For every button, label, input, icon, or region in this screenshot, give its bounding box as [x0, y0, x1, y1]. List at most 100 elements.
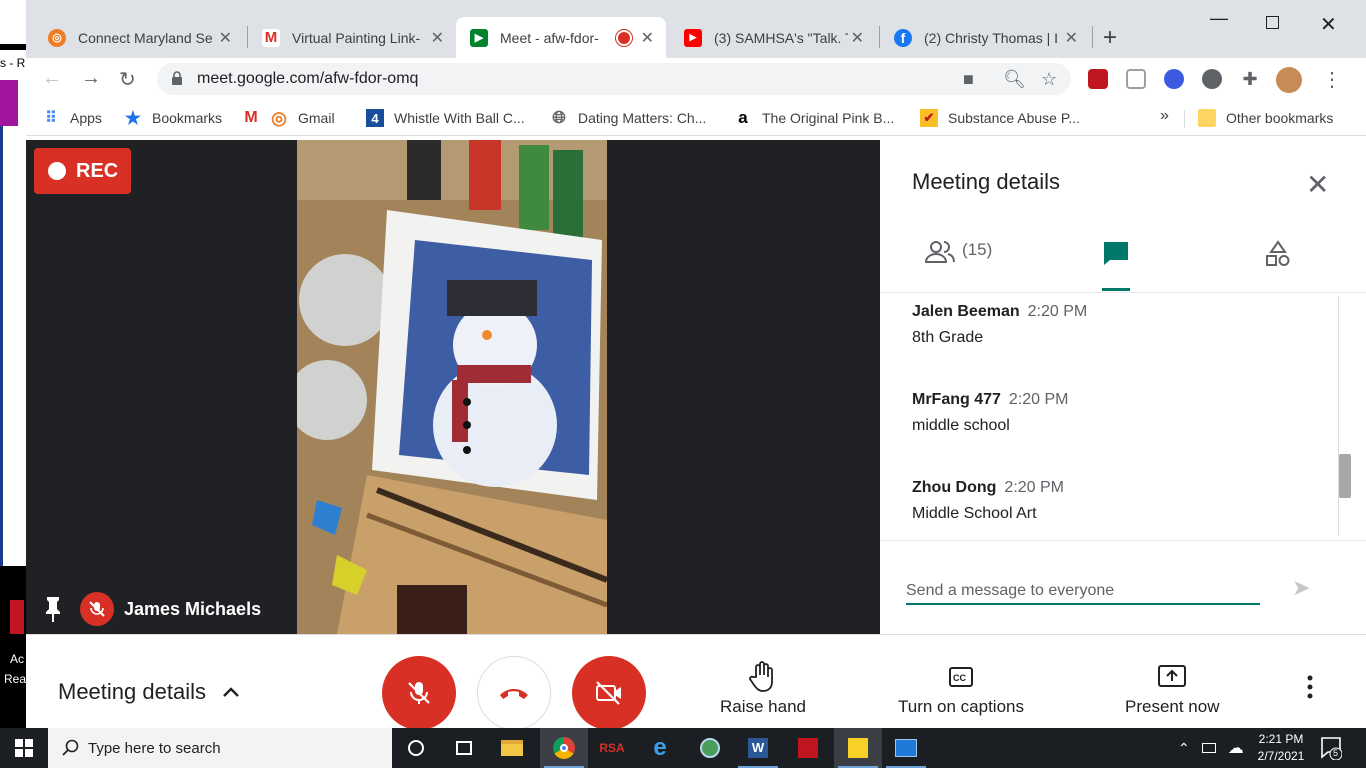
video-stage: REC James Michaels	[26, 140, 880, 634]
tab-virtual-painting[interactable]: M Virtual Painting Link- ✕	[248, 17, 456, 58]
close-panel-button[interactable]: ✕	[1306, 168, 1329, 201]
search-icon	[62, 739, 79, 756]
tab-activities[interactable]	[1264, 240, 1292, 290]
meeting-details-label: Meeting details	[58, 679, 206, 704]
sticky-notes-icon[interactable]	[834, 728, 882, 768]
zoom-icon[interactable]: 🔍︎	[1003, 69, 1026, 90]
message-time: 2:20 PM	[1008, 391, 1069, 408]
cast-extension-icon[interactable]	[1126, 69, 1146, 89]
facebook-icon: f	[894, 28, 912, 47]
chat-scrollbar-track[interactable]	[1338, 296, 1352, 536]
bookmark-other[interactable]: Other bookmarks	[1198, 109, 1333, 127]
chat-message-input[interactable]	[906, 579, 1260, 605]
active-tab-underline	[1102, 288, 1130, 291]
close-window-button[interactable]: ✕	[1320, 12, 1337, 37]
close-tab-icon[interactable]: ✕	[1065, 28, 1078, 48]
tab-chat[interactable]	[1102, 240, 1130, 291]
raise-hand-button[interactable]: Raise hand	[720, 657, 806, 717]
windows-logo-icon	[15, 739, 33, 757]
forward-button[interactable]: →	[81, 67, 101, 90]
bookmark-bookmarks[interactable]: ★ Bookmarks	[124, 108, 223, 128]
connect-icon: ◎	[271, 107, 287, 128]
cortana-icon[interactable]	[392, 728, 440, 768]
rsa-icon[interactable]: RSA	[588, 728, 636, 768]
notifications-button[interactable]: 5	[1320, 736, 1343, 765]
extensions-puzzle-icon[interactable]: ✚	[1240, 69, 1260, 89]
tab-people[interactable]: (15)	[924, 240, 992, 290]
taskbar-clock[interactable]: 2:21 PM 2/7/2021	[1256, 731, 1306, 765]
profile-avatar[interactable]	[1276, 67, 1302, 93]
tab-meet[interactable]: ▶ Meet - afw-fdor- ✕	[456, 17, 666, 58]
bookmark-pink[interactable]: a The Original Pink B...	[734, 108, 894, 127]
lock-icon	[172, 71, 182, 85]
notification-icon	[1321, 737, 1343, 761]
task-view-icon[interactable]	[440, 728, 488, 768]
bookmark-label: Other bookmarks	[1226, 110, 1334, 126]
overflow-chevron-icon: »	[1160, 107, 1169, 124]
address-bar[interactable]: meet.google.com/afw-fdor-omq ■ 🔍︎ ☆	[157, 63, 1071, 95]
camera-off-button[interactable]	[572, 656, 646, 730]
people-icon	[924, 241, 955, 263]
more-vertical-icon	[1307, 675, 1313, 699]
internet-explorer-icon[interactable]: e	[636, 728, 684, 768]
file-explorer-icon[interactable]	[488, 728, 536, 768]
new-tab-button[interactable]: +	[1103, 24, 1117, 52]
circle-extension-icon[interactable]	[1202, 69, 1222, 89]
record-dot-icon	[48, 162, 66, 180]
vimeo-extension-icon[interactable]	[1164, 69, 1184, 89]
word-icon[interactable]: W	[734, 728, 782, 768]
close-tab-icon[interactable]: ✕	[851, 28, 864, 48]
back-button[interactable]: ←	[42, 67, 62, 90]
bookmark-substance[interactable]: ✔ Substance Abuse P...	[920, 109, 1080, 127]
acrobat-extension-icon[interactable]	[1088, 69, 1108, 89]
more-options-button[interactable]	[1306, 675, 1314, 704]
bookmark-apps[interactable]: ⠿ Apps	[42, 109, 102, 127]
mute-mic-button[interactable]	[382, 656, 456, 730]
present-now-button[interactable]: Present now	[1125, 657, 1220, 717]
acrobat-icon[interactable]	[784, 728, 832, 768]
muted-mic-icon	[80, 592, 114, 626]
message-sender: Zhou Dong	[912, 479, 997, 496]
close-tab-icon[interactable]: ✕	[641, 28, 654, 48]
bookmark-star-icon[interactable]: ☆	[1041, 69, 1057, 90]
panel-title: Meeting details	[912, 169, 1060, 194]
camera-icon[interactable]: ■	[963, 69, 974, 90]
close-tab-icon[interactable]: ✕	[431, 28, 444, 48]
chrome-taskbar-icon[interactable]	[540, 728, 588, 768]
reload-button[interactable]: ↻	[119, 67, 136, 92]
message-sender: Jalen Beeman	[912, 303, 1020, 320]
start-button[interactable]	[0, 728, 48, 768]
battery-icon[interactable]	[1201, 743, 1216, 753]
chat-scrollbar-thumb[interactable]	[1339, 454, 1351, 498]
tab-connect-maryland[interactable]: ◎ Connect Maryland Se ✕	[34, 17, 244, 58]
chat-message: Jalen Beeman 2:20 PM 8th Grade	[912, 303, 1087, 347]
photos-icon[interactable]	[882, 728, 930, 768]
bookmark-dating-matters[interactable]: 🌐︎ Dating Matters: Ch...	[550, 108, 706, 127]
meeting-details-toggle[interactable]: Meeting details	[58, 679, 240, 705]
maximize-button[interactable]	[1266, 16, 1279, 29]
connect-maryland-icon: ◎	[48, 28, 66, 47]
tab-facebook[interactable]: f (2) Christy Thomas | I ✕	[880, 17, 1090, 58]
bookmark-gmail[interactable]: M ◎ Gmail	[242, 107, 334, 128]
message-time: 2:20 PM	[1027, 303, 1088, 320]
tab-samhsa[interactable]: ▶ (3) SAMHSA's "Talk. T ✕	[670, 17, 876, 58]
pin-icon[interactable]	[40, 595, 66, 623]
chrome-menu-icon[interactable]: ⋮	[1322, 67, 1342, 91]
bookmark-label: Bookmarks	[152, 110, 223, 126]
tray-chevron-icon[interactable]: ⌃	[1178, 740, 1190, 757]
chat-message: Zhou Dong 2:20 PM Middle School Art	[912, 479, 1064, 523]
close-tab-icon[interactable]: ✕	[219, 28, 232, 48]
minimize-button[interactable]: —	[1210, 8, 1228, 29]
taskbar-search-box[interactable]: Type here to search	[48, 728, 392, 768]
people-count: (15)	[962, 240, 993, 259]
bookmark-whistle[interactable]: 4 Whistle With Ball C...	[366, 109, 525, 127]
globe-app-icon[interactable]	[686, 728, 734, 768]
captions-button[interactable]: CC Turn on captions	[898, 657, 1024, 717]
leave-call-button[interactable]	[477, 656, 551, 730]
tab-title: Virtual Painting Link-	[292, 29, 421, 46]
cloud-icon[interactable]: ☁	[1228, 738, 1244, 758]
send-icon[interactable]: ➤	[1292, 575, 1310, 601]
checkbox-icon: ✔	[920, 109, 938, 127]
bookmarks-overflow[interactable]: »	[1160, 107, 1169, 125]
url-text: meet.google.com/afw-fdor-omq	[197, 70, 419, 87]
